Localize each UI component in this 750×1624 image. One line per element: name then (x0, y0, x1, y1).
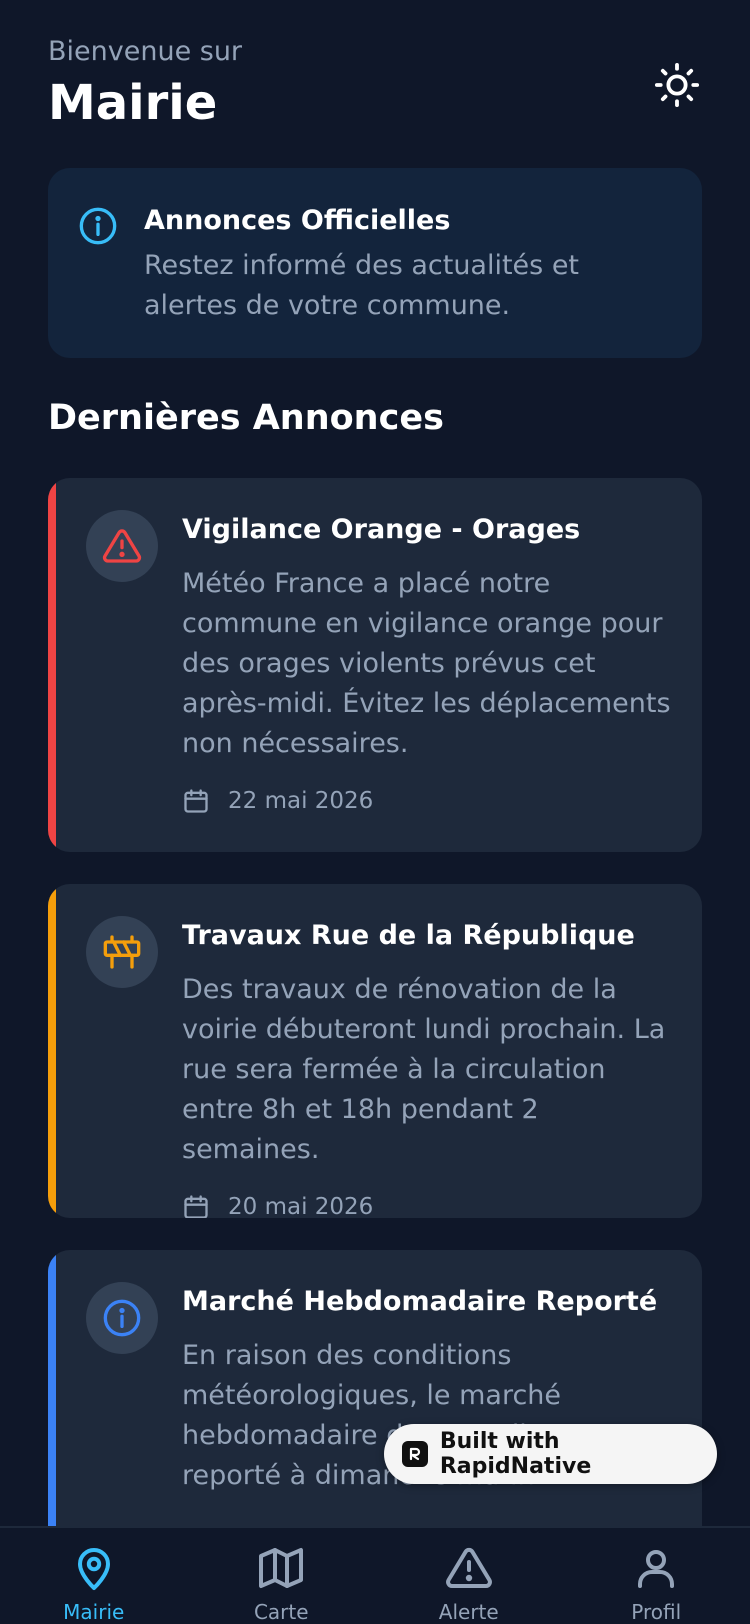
info-card: Annonces Officielles Restez informé des … (48, 168, 702, 358)
announcement-title: Travaux Rue de la République (182, 920, 635, 951)
header: Bienvenue sur Mairie (48, 34, 702, 134)
alert-triangle-icon (445, 1547, 492, 1588)
welcome-text: Bienvenue sur (48, 36, 243, 67)
tab-label: Profil (631, 1600, 682, 1624)
info-card-description: Restez informé des actualités et alertes… (144, 250, 580, 321)
announcement-date: 22 mai 2026 (182, 786, 672, 816)
announcement-date-text: 20 mai 2026 (228, 1194, 374, 1218)
tab-label: Carte (253, 1600, 309, 1624)
info-card-title: Annonces Officielles (144, 205, 451, 236)
tab-label: Alerte (438, 1600, 499, 1624)
tab-carte[interactable]: Carte (188, 1528, 376, 1624)
warning-icon (102, 529, 142, 563)
announcement-description: Météo France a placé notre commune en vi… (182, 568, 671, 759)
built-with-badge-label: Built with RapidNative (439, 1429, 592, 1479)
bottom-tab-bar: Mairie Carte Alerte Profil (0, 1526, 750, 1624)
theme-toggle-button[interactable] (652, 60, 702, 110)
tab-profil[interactable]: Profil (563, 1528, 750, 1624)
map-icon (259, 1548, 304, 1588)
card-accent-stripe (48, 884, 56, 1218)
announcement-date-text: 22 mai 2026 (228, 788, 374, 814)
header-text: Bienvenue sur Mairie (48, 34, 242, 134)
announcement-body: Vigilance Orange - Orages Météo France a… (182, 510, 672, 852)
tab-alerte[interactable]: Alerte (375, 1528, 563, 1624)
info-icon (79, 207, 117, 245)
roadwork-barrier-icon (103, 935, 141, 969)
rapidnative-logo-icon (402, 1441, 428, 1467)
tab-label: Mairie (63, 1600, 125, 1624)
screen: Bienvenue sur Mairie Annonces Officielle… (0, 0, 750, 1624)
built-with-badge[interactable]: Built with RapidNative (384, 1424, 717, 1484)
page-title: Mairie (48, 75, 218, 131)
info-icon (103, 1299, 141, 1337)
announcement-title: Vigilance Orange - Orages (182, 514, 581, 545)
announcement-icon-badge (86, 916, 158, 988)
announcement-card[interactable]: Vigilance Orange - Orages Météo France a… (48, 478, 702, 852)
announcement-icon-badge (86, 1282, 158, 1354)
announcement-icon-badge (86, 510, 158, 582)
info-card-text: Annonces Officielles Restez informé des … (144, 204, 664, 358)
user-icon (638, 1550, 675, 1588)
announcement-body: Travaux Rue de la République Des travaux… (182, 916, 672, 1218)
announcement-card[interactable]: Travaux Rue de la République Des travaux… (48, 884, 702, 1218)
announcement-description: Des travaux de rénovation de la voirie d… (182, 974, 666, 1165)
calendar-icon (184, 1195, 208, 1218)
announcement-date: 20 mai 2026 (182, 1192, 672, 1218)
announcement-title: Marché Hebdomadaire Reporté (182, 1286, 658, 1317)
tab-mairie[interactable]: Mairie (0, 1528, 188, 1624)
calendar-icon (184, 789, 208, 813)
sun-icon (654, 62, 700, 108)
map-pin-icon (77, 1548, 110, 1590)
card-accent-stripe (48, 478, 56, 852)
section-title: Dernières Annonces (48, 398, 444, 438)
